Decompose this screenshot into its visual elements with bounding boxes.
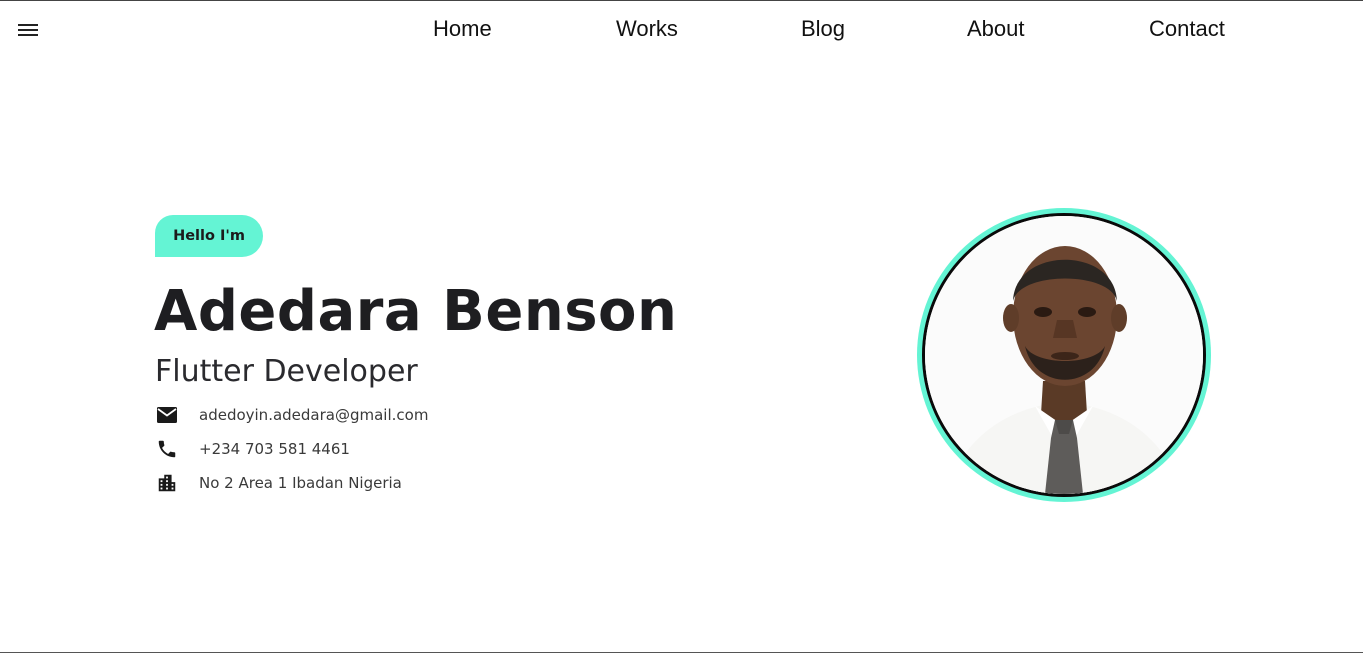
contact-email: adedoyin.adedara@gmail.com bbox=[155, 402, 428, 428]
address-text: No 2 Area 1 Ibadan Nigeria bbox=[199, 474, 402, 492]
hero-name: Adedara Benson bbox=[154, 279, 678, 344]
portrait-image bbox=[925, 216, 1203, 494]
phone-text[interactable]: +234 703 581 4461 bbox=[199, 440, 350, 458]
nav-item-about[interactable]: About bbox=[967, 16, 1025, 42]
top-nav: Home Works Blog About Contact bbox=[0, 1, 1363, 59]
email-text[interactable]: adedoyin.adedara@gmail.com bbox=[199, 406, 428, 424]
phone-icon bbox=[155, 437, 179, 461]
contact-address: No 2 Area 1 Ibadan Nigeria bbox=[155, 470, 402, 496]
avatar-photo bbox=[922, 213, 1206, 497]
greeting-badge: Hello I'm bbox=[155, 215, 263, 257]
nav-item-blog[interactable]: Blog bbox=[801, 16, 845, 42]
avatar bbox=[917, 208, 1211, 502]
nav-item-home[interactable]: Home bbox=[433, 16, 492, 42]
hero-role: Flutter Developer bbox=[155, 354, 418, 389]
nav-item-works[interactable]: Works bbox=[616, 16, 678, 42]
mail-icon bbox=[155, 403, 179, 427]
nav-item-contact[interactable]: Contact bbox=[1149, 16, 1225, 42]
building-icon bbox=[155, 471, 179, 495]
contact-phone: +234 703 581 4461 bbox=[155, 436, 350, 462]
